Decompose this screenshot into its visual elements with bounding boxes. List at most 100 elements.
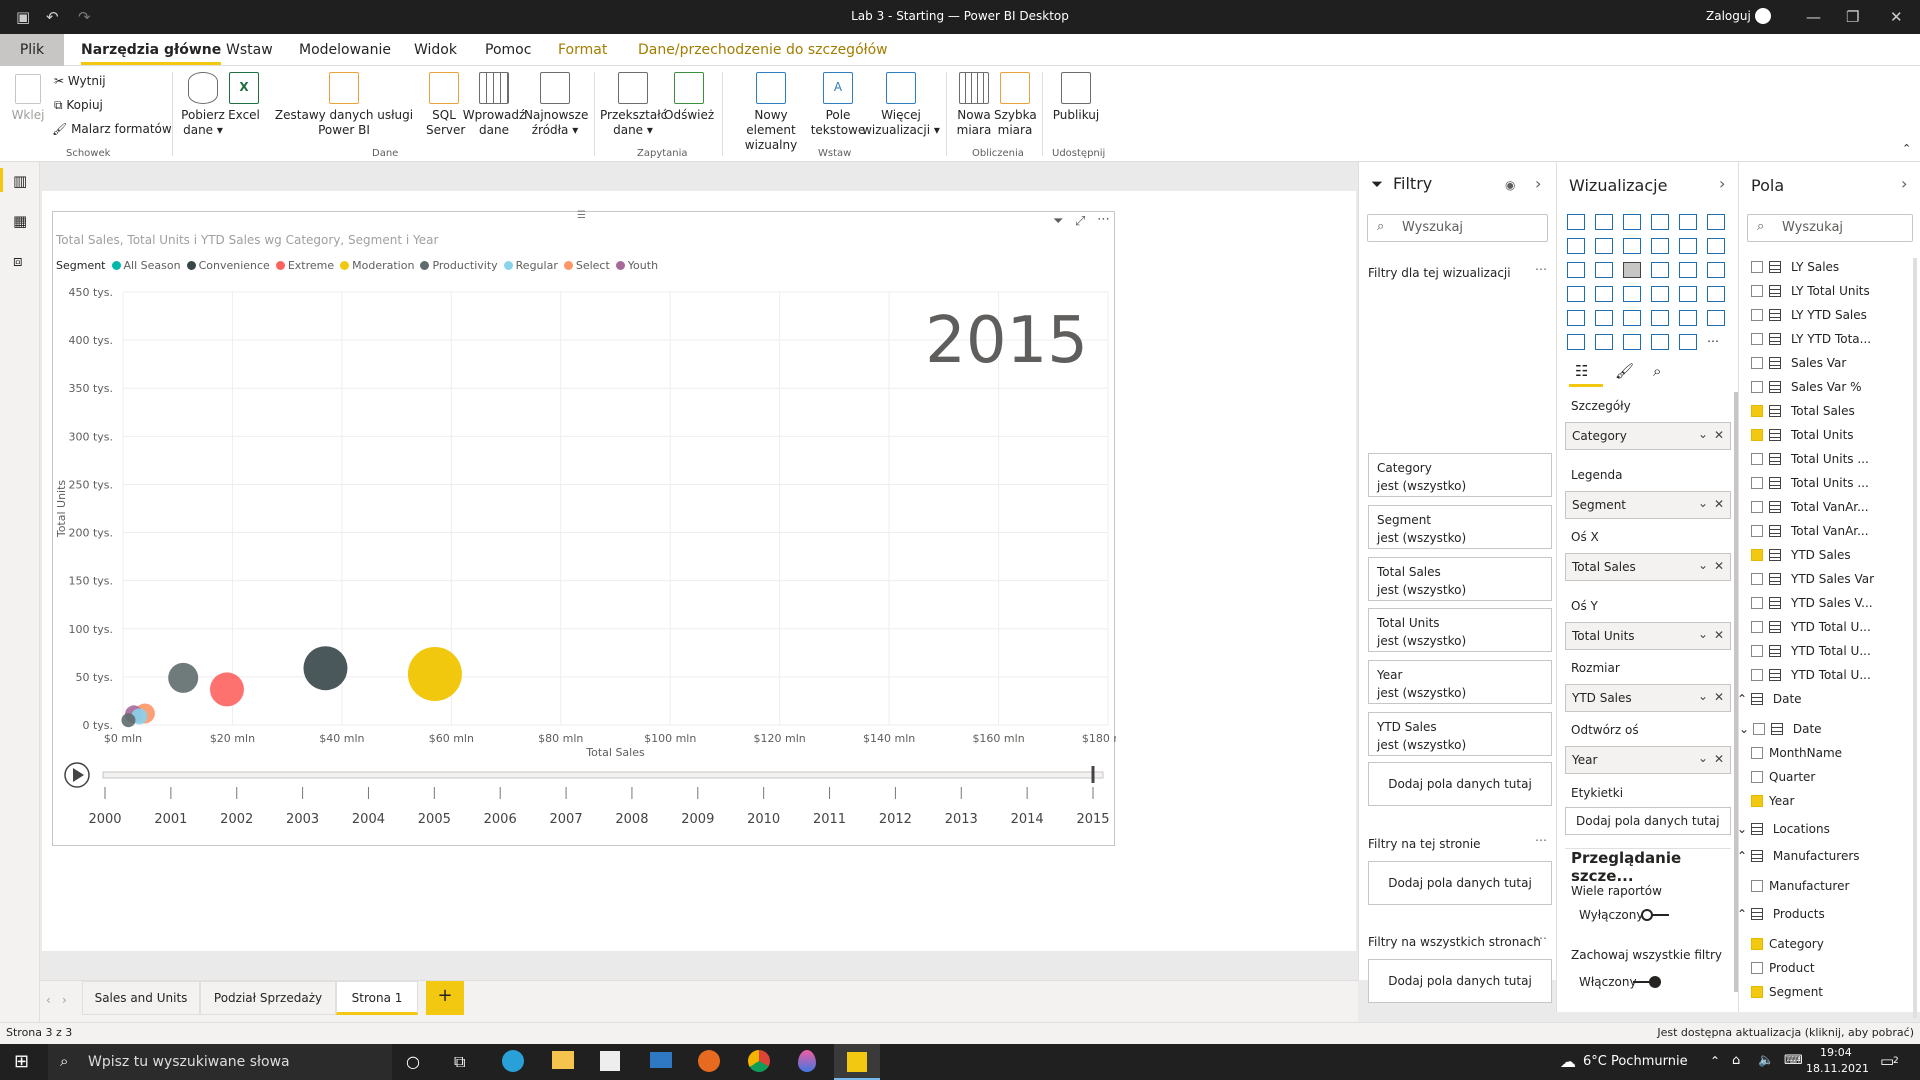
filter-card[interactable]: Segment jest (wszystko) xyxy=(1368,505,1552,549)
restore-icon[interactable]: ❐ xyxy=(1846,8,1859,26)
collapse-icon[interactable]: ⌃ xyxy=(1737,849,1751,863)
checkbox[interactable] xyxy=(1751,880,1763,892)
table-item[interactable]: ⌃ Products xyxy=(1737,904,1825,924)
scrollbar[interactable] xyxy=(1913,258,1917,1018)
tooltips-well[interactable]: Dodaj pola danych tutaj xyxy=(1565,807,1731,835)
focus-mode-icon[interactable]: ⤢ xyxy=(1075,214,1085,229)
qa-icon[interactable] xyxy=(1623,334,1641,350)
clock-date[interactable]: 18.11.2021 xyxy=(1806,1062,1869,1075)
next-page-icon[interactable]: › xyxy=(62,993,67,1007)
checkbox[interactable] xyxy=(1751,501,1763,513)
cut-button[interactable]: ✂ Wytnij xyxy=(54,74,106,89)
sql-server-button[interactable]: SQL Server xyxy=(426,72,465,138)
firefox-icon[interactable] xyxy=(698,1050,720,1072)
checkbox[interactable] xyxy=(1751,573,1763,585)
field-item[interactable]: LY YTD Sales xyxy=(1751,305,1867,325)
excel-button[interactable]: X Excel xyxy=(228,72,260,123)
field-item[interactable]: Year xyxy=(1751,791,1794,811)
collapse-viz-icon[interactable]: › xyxy=(1719,174,1725,193)
legend-item[interactable]: Regular xyxy=(503,259,558,272)
legend-item[interactable]: Select xyxy=(563,259,610,272)
field-item[interactable]: YTD Sales Var xyxy=(1751,569,1874,589)
file-explorer-icon[interactable] xyxy=(552,1051,574,1069)
field-item[interactable]: LY Total Units xyxy=(1751,281,1870,301)
more-options-icon[interactable]: ⋯ xyxy=(1535,262,1547,276)
more-icon[interactable]: ⋯ xyxy=(1707,334,1725,350)
field-item[interactable]: Category xyxy=(1751,934,1824,954)
field-item[interactable]: Manufacturer xyxy=(1751,876,1849,896)
donut-icon[interactable] xyxy=(1679,262,1697,278)
size-well[interactable]: YTD Sales ⌄ ✕ xyxy=(1565,684,1731,712)
tab-home[interactable]: Narzędzia główne xyxy=(81,42,222,65)
checkbox[interactable] xyxy=(1751,986,1763,998)
python-visual-icon[interactable] xyxy=(1707,310,1725,326)
legend-well[interactable]: Segment ⌄ ✕ xyxy=(1565,491,1731,519)
remove-icon[interactable]: ✕ xyxy=(1714,428,1724,442)
checkbox[interactable] xyxy=(1751,938,1763,950)
filter-icon[interactable]: ⏷ xyxy=(1053,214,1063,229)
powerbi-taskbar-button[interactable] xyxy=(834,1044,880,1080)
kpi-icon[interactable] xyxy=(1567,310,1585,326)
funnel-icon[interactable] xyxy=(1595,262,1613,278)
checkbox[interactable] xyxy=(1751,771,1763,783)
collapse-filters-icon[interactable]: › xyxy=(1535,174,1541,193)
checkbox[interactable] xyxy=(1751,405,1763,417)
field-item[interactable]: LY Sales xyxy=(1751,257,1839,277)
bubble-point[interactable] xyxy=(209,672,244,707)
field-item[interactable]: Quarter xyxy=(1751,767,1815,787)
fields-well-icon[interactable]: ☷ xyxy=(1575,362,1588,380)
bubble-point[interactable] xyxy=(407,647,462,702)
page-tab[interactable]: Sales and Units xyxy=(82,981,200,1015)
play-track[interactable] xyxy=(102,771,1104,779)
store-icon[interactable] xyxy=(600,1051,620,1071)
login-link[interactable]: Zaloguj xyxy=(1706,9,1751,23)
stacked-area-icon[interactable] xyxy=(1623,238,1641,254)
filter-card[interactable]: Total Units jest (wszystko) xyxy=(1368,608,1552,652)
avatar[interactable] xyxy=(1755,8,1771,24)
remove-icon[interactable]: ✕ xyxy=(1714,497,1724,511)
clustered-bar-icon[interactable] xyxy=(1623,214,1641,230)
network-icon[interactable]: ⌂ xyxy=(1732,1053,1740,1068)
copy-button[interactable]: ⧉ Kopiuj xyxy=(54,98,103,113)
table-item[interactable]: ⌃ Date xyxy=(1737,689,1802,709)
chevron-down-icon[interactable]: ⌄ xyxy=(1698,689,1708,703)
table-icon[interactable] xyxy=(1623,310,1641,326)
tab-format[interactable]: Format xyxy=(558,42,607,58)
paste-button[interactable]: Wklej xyxy=(10,74,46,123)
datasets-button[interactable]: Zestawy danych usługi Power BI xyxy=(262,72,426,138)
expand-icon[interactable]: ⌄ xyxy=(1737,822,1751,836)
checkbox[interactable] xyxy=(1752,723,1765,735)
area-icon[interactable] xyxy=(1595,238,1613,254)
field-item[interactable]: Total VanAr... xyxy=(1751,497,1869,517)
collapse-ribbon-icon[interactable]: ⌃ xyxy=(1902,142,1911,155)
checkbox[interactable] xyxy=(1751,645,1763,657)
field-item[interactable]: Total Units ... xyxy=(1751,449,1869,469)
minimize-icon[interactable]: — xyxy=(1806,8,1821,26)
collapse-fields-icon[interactable]: › xyxy=(1901,174,1907,193)
chevron-down-icon[interactable]: ⌄ xyxy=(1698,627,1708,641)
scatter-icon[interactable] xyxy=(1623,262,1641,278)
field-item[interactable]: Total Units ... xyxy=(1751,473,1869,493)
remove-icon[interactable]: ✕ xyxy=(1714,628,1724,642)
clock-time[interactable]: 19:04 xyxy=(1820,1046,1852,1059)
matrix-icon[interactable] xyxy=(1651,310,1669,326)
tab-modeling[interactable]: Modelowanie xyxy=(299,42,391,58)
100-bar-icon[interactable] xyxy=(1679,214,1697,230)
filled-map-icon[interactable] xyxy=(1595,286,1613,302)
checkbox[interactable] xyxy=(1751,747,1763,759)
chevron-down-icon[interactable]: ⌄ xyxy=(1698,496,1708,510)
new-measure-button[interactable]: Nowa miara xyxy=(952,72,996,138)
r-visual-icon[interactable] xyxy=(1679,310,1697,326)
filter-card[interactable]: YTD Sales jest (wszystko) xyxy=(1368,712,1552,756)
legend-item[interactable]: Convenience xyxy=(186,259,270,272)
chevron-down-icon[interactable]: ⌄ xyxy=(1698,558,1708,572)
chevron-down-icon[interactable]: ⌄ xyxy=(1698,427,1708,441)
field-item[interactable]: YTD Sales xyxy=(1751,545,1851,565)
weather-text[interactable]: 6°C Pochmurnie xyxy=(1583,1054,1688,1069)
chevron-down-icon[interactable]: ⌄ xyxy=(1698,751,1708,765)
collapse-icon[interactable]: ⌃ xyxy=(1737,692,1751,706)
checkbox[interactable] xyxy=(1751,261,1763,273)
checkbox[interactable] xyxy=(1751,381,1763,393)
edge-icon[interactable] xyxy=(502,1050,524,1072)
key-influencers-icon[interactable] xyxy=(1567,334,1585,350)
